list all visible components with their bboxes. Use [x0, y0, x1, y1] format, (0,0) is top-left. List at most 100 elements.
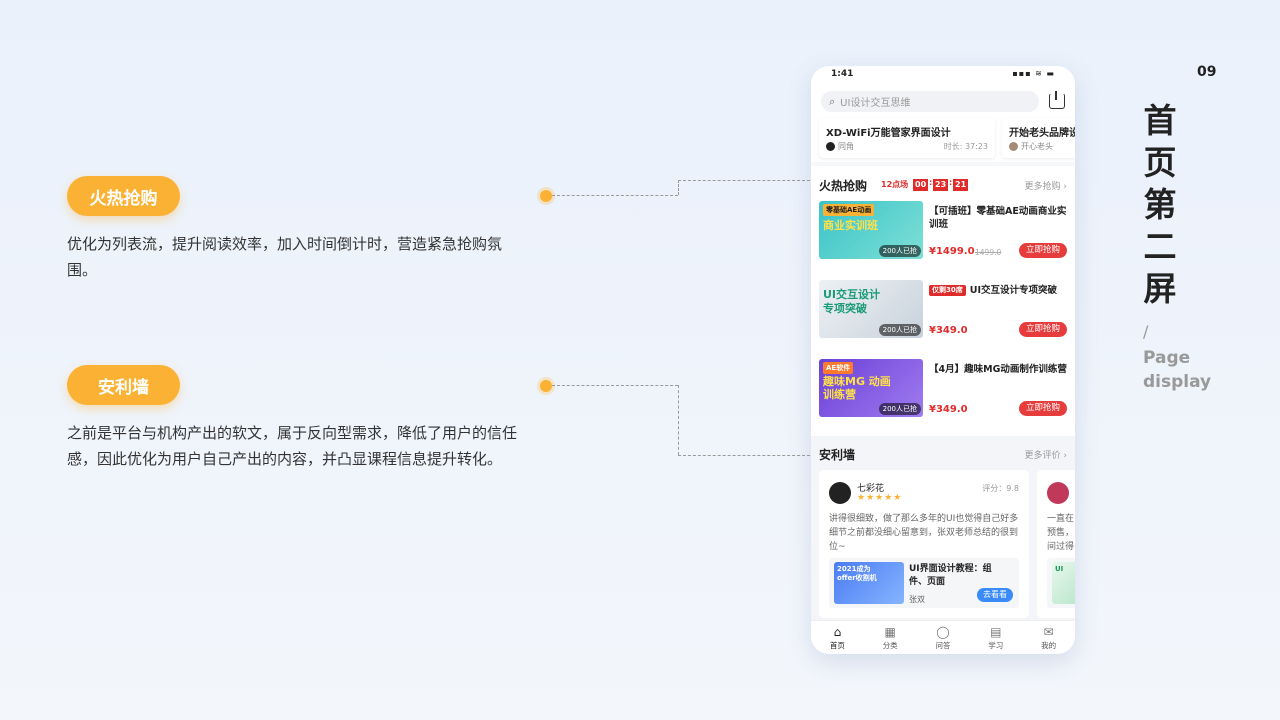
review-card[interactable]: 七彩花 ★★★★★ 评分：9.8 讲得很细致，做了那么多年的UI也觉得自己好多细… [819, 470, 1029, 618]
title-char: 屏 [1143, 269, 1177, 308]
grid-icon: ▦ [884, 625, 896, 639]
item-price: ¥1499.0 [929, 246, 975, 257]
thumbnail-title: UI [1055, 565, 1064, 573]
tab-label: 学习 [988, 641, 1004, 650]
review-course-card[interactable]: UI [1047, 558, 1075, 608]
course-strip: XD-WiFi万能管家界面设计 同角 时长: 37:23 开始老头品牌设 开心老… [811, 118, 1075, 162]
course-title: 开始老头品牌设 [1009, 128, 1075, 139]
tab-label: 我的 [1041, 641, 1057, 650]
tab-mine[interactable]: ✉ 我的 [1029, 621, 1069, 654]
connector-line-anli-1 [552, 385, 678, 386]
sold-count: 200人已抢 [878, 403, 921, 415]
subtitle-line: Page [1143, 348, 1191, 368]
item-title-row: 仅剩30席 UI交互设计专项突破 [929, 284, 1067, 297]
countdown-seconds: 21 [953, 179, 969, 191]
session-label: 12点场 [881, 180, 909, 189]
course-thumbnail: UI交互设计 专项突破 200人已抢 [819, 280, 923, 338]
user-icon: ✉ [1043, 625, 1054, 639]
recommend-wall-description: 之前是平台与机构产出的软文，属于反向型需求，降低了用户的信任感，因此优化为用户自… [67, 424, 518, 468]
vertical-title: 首 页 第 二 屏 [1140, 100, 1180, 310]
course-card[interactable]: 开始老头品牌设 开心老头 [1002, 118, 1075, 158]
home-icon: ⌂ [833, 625, 842, 639]
title-char: 首 [1143, 101, 1177, 140]
buy-now-button[interactable]: 立即抢购 [1018, 243, 1067, 258]
original-price: 1499.0 [975, 248, 1002, 257]
tab-qa[interactable]: ◯ 问答 [923, 621, 963, 654]
countdown-separator: : [949, 178, 953, 187]
course-duration: 时长: 37:23 [943, 142, 988, 151]
thumbnail-title: 2021成为 offer收割机 [837, 565, 877, 582]
buy-now-button[interactable]: 立即抢购 [1018, 401, 1067, 416]
tab-study[interactable]: ▤ 学习 [976, 621, 1016, 654]
tab-category[interactable]: ▦ 分类 [870, 621, 910, 654]
avatar [1047, 482, 1069, 504]
subtitle-line: display [1143, 372, 1212, 392]
review-card[interactable]: 一直在预售，间过得 UI [1037, 470, 1075, 618]
course-author: 开心老头 [1009, 141, 1053, 152]
list-item[interactable]: UI交互设计 专项突破 200人已抢 仅剩30席 UI交互设计专项突破 ¥349.… [819, 280, 1067, 338]
item-title: 【可插班】零基础AE动画商业实训班 [929, 206, 1067, 230]
countdown-hours: 00 [913, 179, 929, 191]
author-avatar [826, 142, 835, 151]
buy-now-button[interactable]: 立即抢购 [1018, 322, 1067, 337]
more-reviews-link[interactable]: 更多评价 › [1025, 448, 1067, 461]
list-item[interactable]: AE软件 趣味MG 动画训练营 200人已抢 【4月】趣味MG动画制作训练营 ¥… [819, 359, 1067, 417]
connector-line-anli-2 [678, 385, 679, 455]
list-item[interactable]: 零基础AE动画 商业实训班 200人已抢 【可插班】零基础AE动画商业实训班 ¥… [819, 201, 1067, 259]
connector-dot-anli [540, 380, 552, 392]
subtitle-slash: / [1143, 322, 1149, 341]
seats-left-badge: 仅剩30席 [929, 285, 966, 296]
search-placeholder: UI设计交互思维 [840, 98, 911, 109]
countdown-minutes: 23 [933, 179, 949, 191]
view-course-button[interactable]: 去看看 [977, 588, 1013, 602]
course-title: UI界面设计教程：组件、页面 [909, 564, 992, 587]
review-score: 评分：9.8 [982, 484, 1019, 493]
book-icon: ▤ [990, 625, 1002, 639]
bottom-tab-bar: ⌂ 首页 ▦ 分类 ◯ 问答 ▤ 学习 ✉ 我的 [811, 620, 1075, 654]
status-time: 1:41 [831, 69, 854, 79]
search-bar: ⌕ UI设计交互思维 [811, 84, 1075, 118]
hot-sale-pill: 火热抢购 [67, 176, 180, 216]
search-icon: ⌕ [829, 94, 836, 108]
connector-line-hot-1 [552, 195, 678, 196]
chat-icon: ◯ [936, 625, 950, 639]
status-bar: 1:41 ▪▪▪ ≋ ▬ [811, 66, 1075, 84]
more-hot-sale-link[interactable]: 更多抢购 › [1025, 179, 1067, 192]
download-icon[interactable] [1049, 91, 1065, 109]
item-title: 【4月】趣味MG动画制作训练营 [929, 364, 1067, 375]
course-card[interactable]: XD-WiFi万能管家界面设计 同角 时长: 37:23 [819, 118, 995, 158]
thumbnail-tag: 零基础AE动画 [823, 204, 875, 216]
tab-label: 首页 [829, 641, 845, 650]
connector-line-hot-3 [678, 180, 810, 181]
sold-count: 200人已抢 [878, 324, 921, 336]
review-course-card[interactable]: 2021成为 offer收割机 UI界面设计教程：组件、页面 张双 去看看 [829, 558, 1019, 608]
search-input[interactable]: ⌕ UI设计交互思维 [821, 91, 1039, 112]
countdown-separator: : [929, 178, 933, 187]
item-title: UI交互设计专项突破 [969, 285, 1057, 296]
sold-count: 200人已抢 [878, 245, 921, 257]
tab-label: 问答 [935, 641, 951, 650]
course-thumbnail: AE软件 趣味MG 动画训练营 200人已抢 [819, 359, 923, 417]
title-char: 页 [1143, 143, 1177, 182]
thumbnail-title: 商业实训班 [823, 219, 878, 232]
author-name: 开心老头 [1021, 142, 1053, 151]
author-avatar [1009, 142, 1018, 151]
connector-line-anli-3 [678, 455, 810, 456]
avatar [829, 482, 851, 504]
teacher-name: 张双 [909, 595, 925, 604]
recommend-wall-pill: 安利墙 [67, 365, 180, 405]
item-price: ¥349.0 [929, 404, 968, 415]
thumbnail-tag: AE软件 [823, 362, 854, 374]
connector-dot-hot [540, 190, 552, 202]
subtitle-english: Page display [1143, 346, 1211, 394]
thumbnail-title: UI交互设计 专项突破 [823, 288, 881, 315]
tab-home[interactable]: ⌂ 首页 [817, 621, 857, 654]
recommend-wall-section: 安利墙 更多评价 › 七彩花 ★★★★★ 评分：9.8 讲得很细致，做了那么多年… [811, 436, 1075, 620]
thumbnail-title: 趣味MG 动画训练营 [823, 375, 891, 401]
hot-sale-section: 火热抢购 12点场 00 : 23 : 21 更多抢购 › 零基础AE动画 商业… [811, 166, 1075, 436]
item-price: ¥349.0 [929, 325, 968, 336]
review-text: 一直在预售，间过得 [1047, 514, 1075, 552]
connector-line-hot-2 [678, 180, 679, 195]
tab-label: 分类 [882, 641, 898, 650]
hot-sale-description: 优化为列表流，提升阅读效率，加入时间倒计时，营造紧急抢购氛围。 [67, 235, 503, 279]
